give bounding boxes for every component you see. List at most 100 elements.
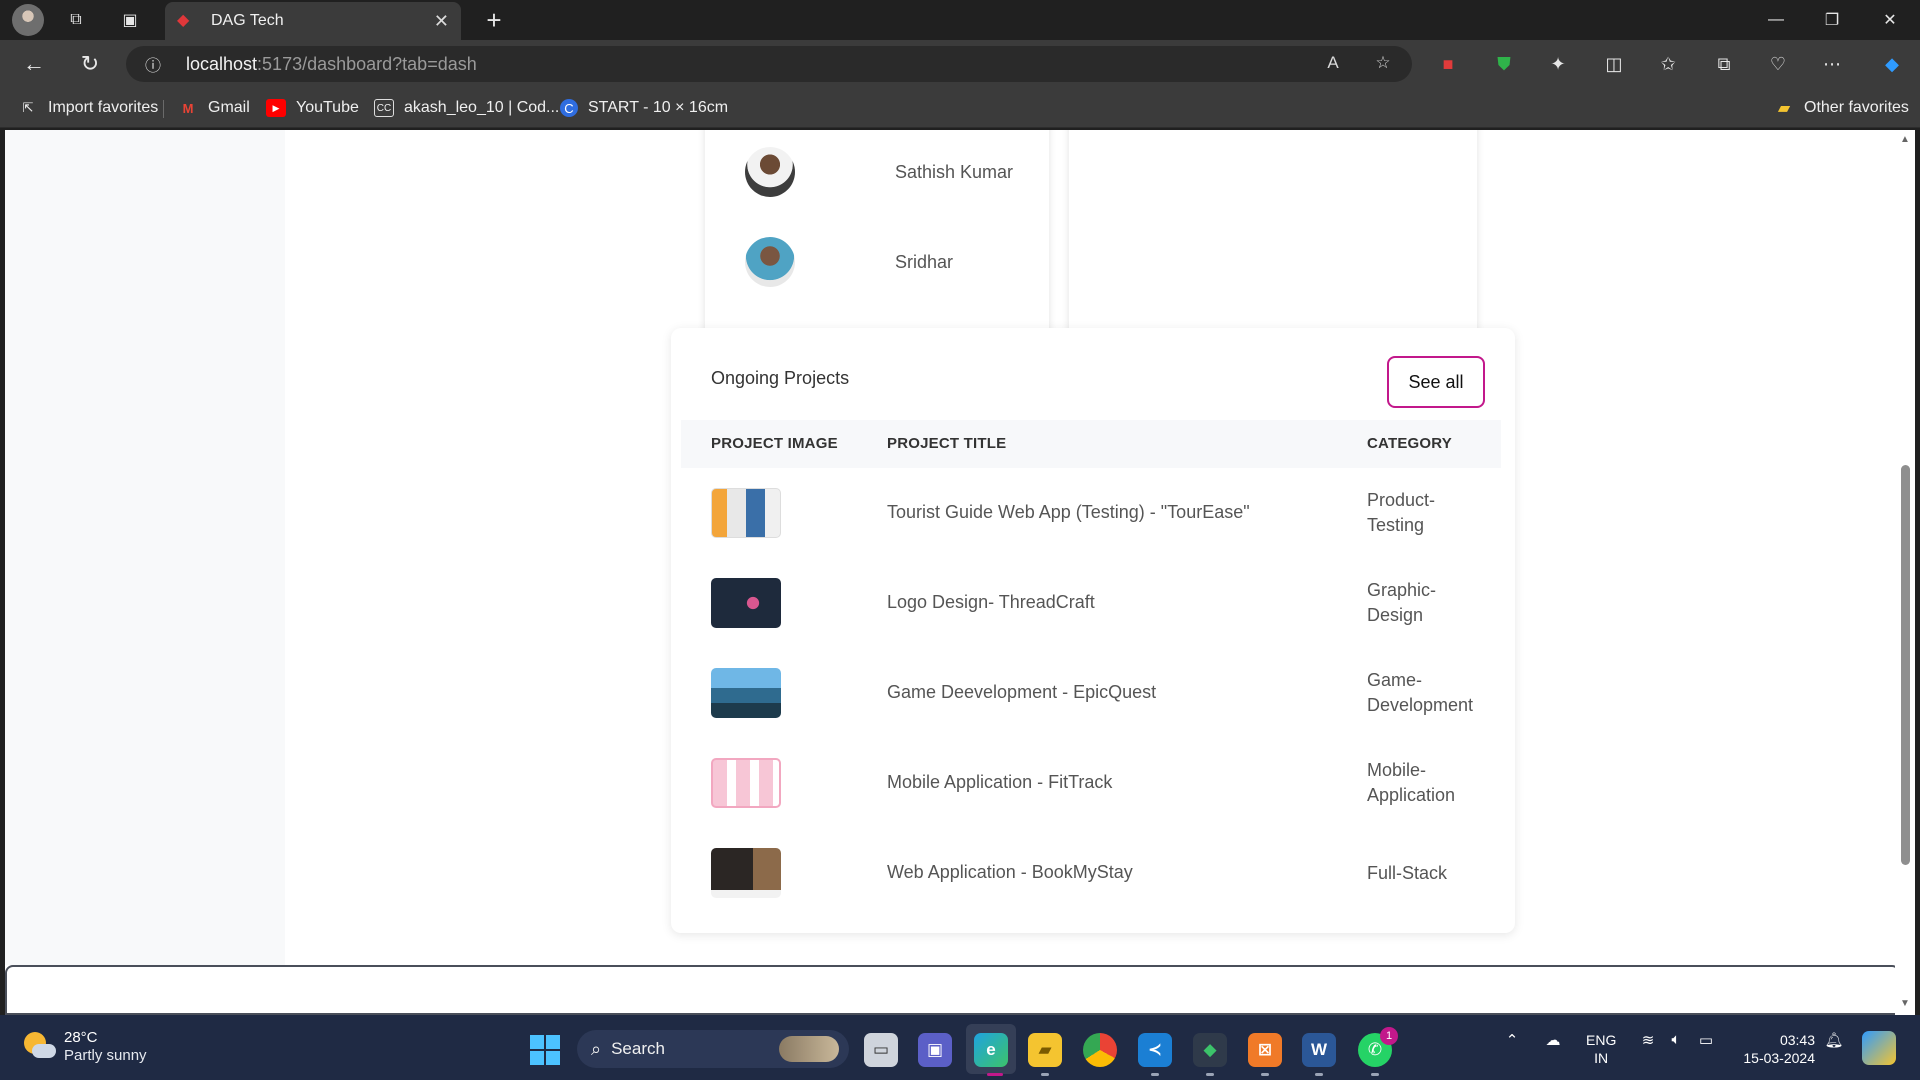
page-viewport: Sathish Kumar Sridhar Ongoing Projects S… [5, 130, 1900, 1015]
copilot-icon[interactable]: ◆ [1876, 48, 1908, 80]
project-image [711, 758, 781, 808]
scrollbar-thumb[interactable] [1901, 465, 1910, 865]
battery-icon[interactable]: ▭ [1694, 1031, 1718, 1049]
page-scrollbar[interactable]: ▲ ▼ [1895, 130, 1915, 1015]
copilot-taskbar-icon[interactable] [1862, 1031, 1896, 1065]
chrome-icon[interactable] [1083, 1033, 1117, 1067]
favorite-label: Import favorites [48, 99, 159, 116]
project-title: Tourist Guide Web App (Testing) - "TourE… [887, 502, 1250, 522]
favorite-star-icon[interactable]: ☆ [1368, 48, 1398, 78]
table-row[interactable]: Logo Design- ThreadCraft Graphic- Design [671, 558, 1515, 648]
performance-icon[interactable]: ♡ [1762, 48, 1794, 80]
project-title: Game Deevelopment - EpicQuest [887, 682, 1157, 702]
close-window-button[interactable]: ✕ [1862, 0, 1918, 40]
favorite-canva[interactable]: C START - 10 × 16cm [560, 96, 728, 120]
team-member[interactable]: Sridhar [745, 237, 953, 287]
tab-actions-icon[interactable]: ▣ [114, 4, 146, 36]
project-title: Mobile Application - FitTrack [887, 772, 1113, 792]
vscode-icon[interactable]: ≺ [1138, 1033, 1172, 1067]
scroll-up-icon[interactable]: ▲ [1899, 134, 1911, 145]
open-indicator [1315, 1073, 1323, 1076]
project-category: Full-Stack [1367, 863, 1448, 883]
restore-button[interactable]: ❐ [1804, 0, 1860, 40]
footer-panel [5, 965, 1900, 1015]
extension-red-icon[interactable]: ■ [1432, 48, 1464, 80]
site-info-icon[interactable]: ⓘ [134, 52, 172, 76]
favorite-youtube[interactable]: ▶ YouTube [266, 96, 359, 120]
settings-more-icon[interactable]: ⋯ [1816, 48, 1848, 80]
project-title: Web Application - BookMyStay [887, 862, 1133, 882]
favorite-import[interactable]: ⇱ Import favorites [18, 96, 159, 120]
favorites-icon[interactable]: ✩ [1652, 48, 1684, 80]
favorite-gmail[interactable]: M Gmail [178, 96, 250, 120]
volume-icon[interactable]: 🔈︎ [1664, 1031, 1688, 1048]
url-text: localhost:5173/dashboard?tab=dash [186, 53, 477, 74]
tab-title: DAG Tech [211, 12, 284, 29]
youtube-icon: ▶ [266, 99, 286, 117]
xampp-icon[interactable]: ⊠ [1248, 1033, 1282, 1067]
onedrive-icon[interactable]: ☁ [1540, 1031, 1566, 1049]
minimize-button[interactable]: — [1748, 0, 1804, 40]
weather-temp: 28°C [64, 1029, 98, 1046]
teams-chat-icon[interactable]: ▣ [918, 1033, 952, 1067]
section-title: Ongoing Projects [711, 368, 850, 388]
weather-widget[interactable]: 28°C Partly sunny [22, 1029, 147, 1065]
other-favorites[interactable]: ▰ Other favorites [1774, 96, 1909, 120]
project-category: Product- Testing [1367, 490, 1436, 535]
column-header-title: PROJECT TITLE [887, 435, 1007, 452]
column-header-image: PROJECT IMAGE [711, 435, 838, 452]
favorite-label: Gmail [208, 99, 250, 116]
wifi-icon[interactable]: ≋ [1636, 1031, 1660, 1049]
refresh-button[interactable]: ↻ [72, 48, 108, 80]
open-indicator [1371, 1073, 1379, 1076]
project-image [711, 578, 781, 628]
window-frame [1915, 130, 1920, 1015]
split-screen-icon[interactable]: ◫ [1598, 48, 1630, 80]
favorite-codechef[interactable]: CC akash_leo_10 | Cod... [374, 96, 559, 120]
active-indicator [987, 1073, 1003, 1076]
project-image [711, 668, 781, 718]
team-member[interactable]: Sathish Kumar [745, 147, 1013, 197]
table-row[interactable]: Mobile Application - FitTrack Mobile- App… [671, 738, 1515, 828]
system-clock[interactable]: 03:43 15-03-2024 [1741, 1031, 1815, 1067]
shield-extension-icon[interactable]: ⛊ [1488, 48, 1520, 80]
table-row[interactable]: Web Application - BookMyStay Full-Stack [671, 828, 1515, 918]
collections-icon[interactable]: ⧉ [1708, 48, 1740, 80]
canva-icon: C [560, 99, 578, 117]
address-bar[interactable]: ⓘ localhost:5173/dashboard?tab=dash [126, 46, 1412, 82]
project-image [711, 488, 781, 538]
browser-tab-dagtech[interactable]: ◆ DAG Tech ✕ [165, 2, 461, 40]
notification-bell-icon[interactable]: 🔔︎ [1822, 1031, 1846, 1049]
windows-start-icon[interactable] [530, 1035, 560, 1065]
edge-browser-icon[interactable]: e [974, 1033, 1008, 1067]
table-header: PROJECT IMAGE PROJECT TITLE CATEGORY [681, 420, 1501, 468]
workspaces-icon[interactable]: ⧉ [60, 4, 92, 36]
folder-icon: ▰ [1777, 100, 1791, 117]
open-indicator [1041, 1073, 1049, 1076]
new-tab-button[interactable]: + [478, 4, 510, 36]
profile-avatar[interactable] [12, 4, 44, 36]
mongodb-compass-icon[interactable]: ◆ [1193, 1033, 1227, 1067]
taskbar-search[interactable]: ⌕ Search [577, 1030, 849, 1068]
see-all-button[interactable]: See all [1387, 356, 1485, 408]
task-view-icon[interactable]: ▭ [864, 1033, 898, 1067]
language-code: ENG [1586, 1032, 1617, 1048]
show-hidden-icons-icon[interactable]: ⌃ [1500, 1031, 1524, 1049]
read-aloud-icon[interactable]: A [1318, 48, 1348, 78]
avatar [745, 147, 795, 197]
project-image [711, 848, 781, 898]
back-button[interactable]: ← [16, 48, 52, 80]
table-row[interactable]: Tourist Guide Web App (Testing) - "TourE… [671, 468, 1515, 558]
language-indicator[interactable]: ENG IN [1586, 1031, 1616, 1067]
extensions-icon[interactable]: ✦ [1542, 48, 1574, 80]
project-category: Mobile- Application [1367, 760, 1456, 805]
avatar [745, 237, 795, 287]
scroll-down-icon[interactable]: ▼ [1899, 998, 1911, 1009]
browser-tab-bar: ⧉ ▣ ◆ DAG Tech ✕ + — ❐ ✕ [0, 0, 1920, 40]
close-tab-icon[interactable]: ✕ [434, 11, 449, 32]
table-row[interactable]: Game Deevelopment - EpicQuest Game- Devel… [671, 648, 1515, 738]
other-favorites-label: Other favorites [1804, 99, 1909, 116]
codechef-icon: CC [374, 99, 394, 117]
file-explorer-icon[interactable]: ▰ [1028, 1033, 1062, 1067]
word-icon[interactable]: W [1302, 1033, 1336, 1067]
